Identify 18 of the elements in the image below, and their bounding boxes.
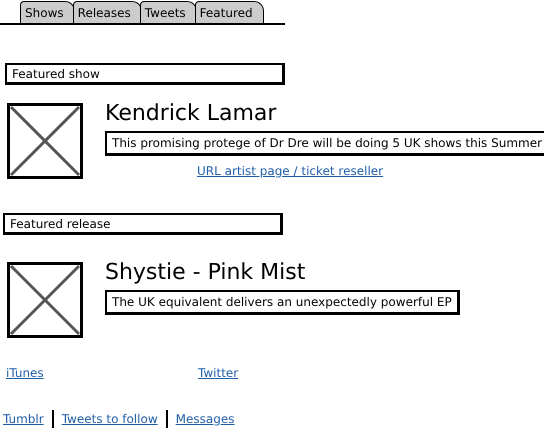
- description: This promising protege of Dr Dre will be doing 5 UK shows this Summer: [105, 131, 544, 156]
- artist-link[interactable]: URL artist page / ticket reseller: [197, 164, 384, 178]
- artist-title: Kendrick Lamar: [105, 100, 276, 128]
- tab[interactable]: Tweets: [140, 1, 197, 23]
- tab[interactable]: Releases: [72, 1, 142, 23]
- link[interactable]: Twitter: [198, 366, 390, 380]
- image-placeholder-icon: [7, 262, 83, 338]
- section-heading: Featured release: [3, 213, 283, 235]
- tab[interactable]: Shows: [20, 1, 75, 23]
- footer-link[interactable]: Tumblr: [3, 412, 44, 426]
- footer-link[interactable]: Messages: [176, 412, 234, 426]
- footer-link[interactable]: Tweets to follow: [62, 412, 158, 426]
- tab[interactable]: Featured: [194, 1, 264, 23]
- link[interactable]: iTunes: [6, 366, 198, 380]
- section-heading: Featured show: [5, 63, 285, 85]
- image-placeholder-icon: [7, 103, 83, 179]
- release-title: Shystie - Pink Mist: [105, 259, 306, 287]
- description: The UK equivalent delivers an unexpectedly powerful EP: [105, 290, 460, 315]
